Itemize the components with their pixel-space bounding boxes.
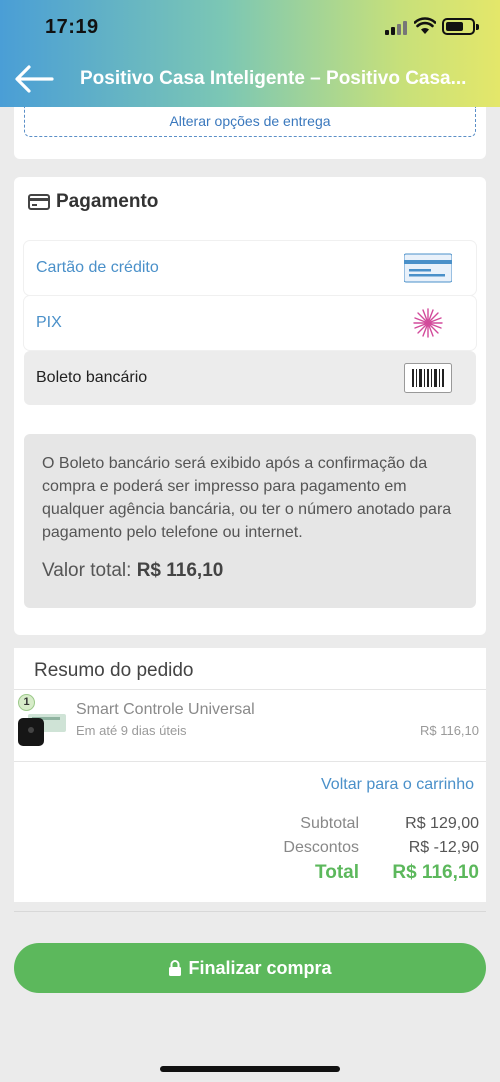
cellular-signal-icon <box>385 20 409 35</box>
home-indicator <box>160 1066 340 1072</box>
boleto-info-box: O Boleto bancário será exibido após a co… <box>24 434 476 608</box>
payment-option-credit-card[interactable]: Cartão de crédito <box>24 241 476 295</box>
page-title: Positivo Casa Inteligente – Positivo Cas… <box>80 68 467 89</box>
boleto-info-text: O Boleto bancário será exibido após a co… <box>42 455 452 541</box>
divider <box>14 911 486 912</box>
pix-icon <box>413 308 443 338</box>
back-to-cart-link[interactable]: Voltar para o carrinho <box>321 776 474 794</box>
summary-title: Resumo do pedido <box>34 660 194 681</box>
payment-card: Pagamento Cartão de crédito PIX Boleto b… <box>14 177 486 635</box>
discounts-label: Descontos <box>283 839 359 856</box>
discounts-row: Descontos R$ -12,90 <box>179 839 479 863</box>
subtotal-label: Subtotal <box>300 815 359 832</box>
order-summary-card: Resumo do pedido 1 Smart Controle Univer… <box>14 648 486 902</box>
payment-option-label: PIX <box>36 314 62 331</box>
finalize-purchase-label: Finalizar compra <box>188 957 332 978</box>
payment-header: Pagamento <box>28 191 158 213</box>
status-bar: 17:19 <box>0 0 500 52</box>
payment-option-boleto[interactable]: Boleto bancário <box>24 351 476 405</box>
finalize-purchase-button[interactable]: Finalizar compra <box>14 943 486 993</box>
arrow-left-icon[interactable] <box>14 64 54 94</box>
wifi-icon <box>414 17 436 34</box>
payment-option-label: Cartão de crédito <box>36 259 159 276</box>
total-value: R$ 116,10 <box>136 560 224 581</box>
app-header: 17:19 Positivo Casa Inteligente – Positi… <box>0 0 500 107</box>
divider <box>14 761 486 762</box>
payment-option-label: Boleto bancário <box>36 369 148 386</box>
total-label: Total <box>315 862 359 883</box>
status-time: 17:19 <box>45 16 99 38</box>
subtotal-value: R$ 129,00 <box>405 815 479 832</box>
battery-icon <box>442 18 479 35</box>
payment-title: Pagamento <box>56 191 159 212</box>
item-name: Smart Controle Universal <box>76 701 255 718</box>
alter-delivery-button[interactable]: Alterar opções de entrega <box>24 107 476 137</box>
delivery-card: Alterar opções de entrega <box>14 107 486 159</box>
quantity-badge: 1 <box>18 694 35 711</box>
boleto-total: Valor total: R$ 116,10 <box>42 560 223 582</box>
subtotal-row: Subtotal R$ 129,00 <box>179 815 479 839</box>
credit-card-icon <box>28 194 50 210</box>
total-row: Total R$ 116,10 <box>179 862 479 886</box>
total-label: Valor total: <box>42 560 132 581</box>
discounts-value: R$ -12,90 <box>408 839 479 856</box>
barcode-icon <box>404 363 452 393</box>
item-delivery: Em até 9 dias úteis <box>76 723 187 738</box>
list-item: 1 Smart Controle Universal Em até 9 dias… <box>14 690 486 762</box>
payment-option-pix[interactable]: PIX <box>24 296 476 350</box>
item-price: R$ 116,10 <box>419 723 479 738</box>
lock-icon <box>169 960 182 976</box>
total-value: R$ 116,10 <box>392 862 479 883</box>
credit-card-icon <box>404 253 452 283</box>
